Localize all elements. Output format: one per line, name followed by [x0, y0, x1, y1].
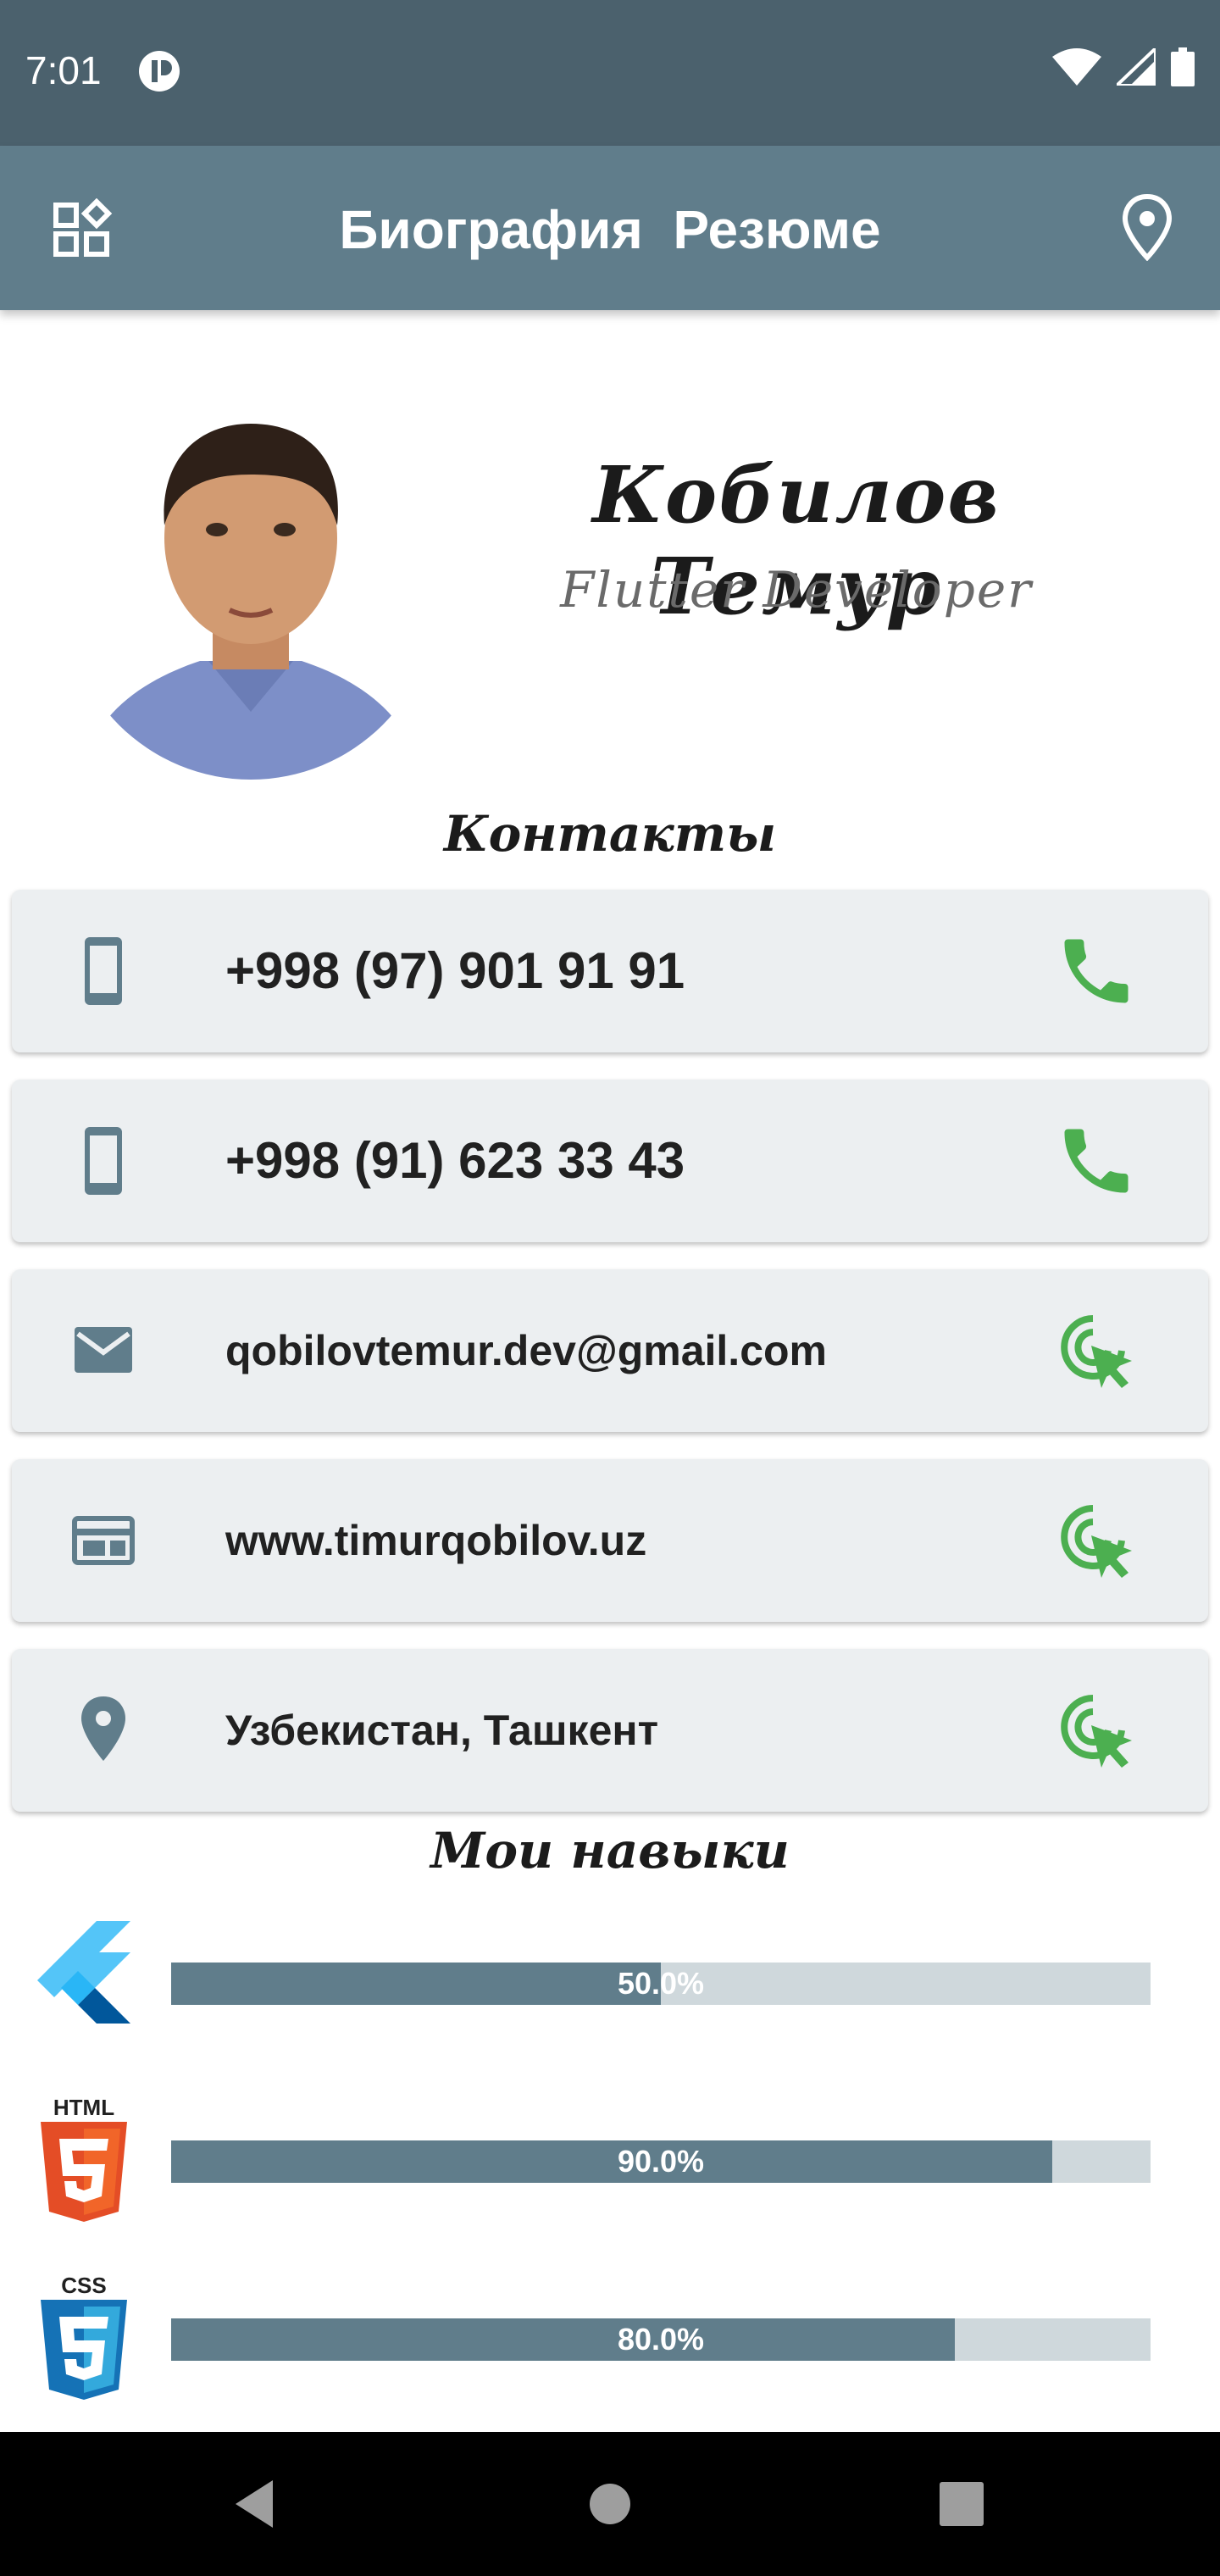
skills-title: Мои навыки — [430, 1822, 790, 1879]
skill-progress-bar: 80.0% — [171, 2318, 1151, 2361]
contact-text: qobilovtemur.dev@gmail.com — [225, 1327, 828, 1374]
contact-text: Узбекистан, Ташкент — [225, 1707, 659, 1754]
css3-logo: CSS — [41, 2273, 127, 2400]
status-time: 7:01 — [25, 48, 102, 92]
app-bar: Биография Резюме — [0, 146, 1220, 310]
home-icon[interactable] — [576, 2470, 644, 2538]
system-nav-bar — [0, 2432, 1220, 2576]
ads-click-icon[interactable] — [1054, 1308, 1139, 1393]
skill-percent: 80.0% — [617, 2322, 705, 2357]
back-icon[interactable] — [220, 2470, 288, 2538]
skill-progress-bar: 50.0% — [171, 1963, 1151, 2005]
skill-progress-bar: 90.0% — [171, 2140, 1151, 2183]
flutter-logo — [37, 1921, 130, 2024]
html5-logo-text: HTML — [53, 2095, 114, 2120]
signal-icon — [1117, 48, 1156, 86]
contact-card-location[interactable]: Узбекистан, Ташкент — [12, 1649, 1208, 1812]
wifi-icon — [1052, 48, 1101, 86]
status-bar: 7:01 — [0, 0, 1220, 146]
contact-card-email[interactable]: qobilovtemur.dev@gmail.com — [12, 1269, 1208, 1432]
recents-icon[interactable] — [928, 2470, 995, 2538]
ads-click-icon[interactable] — [1054, 1498, 1139, 1583]
ads-click-icon[interactable] — [1054, 1688, 1139, 1773]
battery-icon — [1171, 47, 1195, 86]
skill-percent: 90.0% — [617, 2144, 705, 2179]
location-pin-icon[interactable] — [1120, 193, 1174, 261]
email-icon — [75, 1327, 132, 1373]
contact-card-website[interactable]: www.timurqobilov.uz — [12, 1459, 1208, 1622]
phone-call-icon[interactable] — [1054, 929, 1139, 1013]
app-notification-icon — [139, 51, 180, 92]
contacts-title: Контакты — [443, 805, 777, 863]
location-icon — [81, 1696, 125, 1761]
contact-card-phone-1[interactable]: +998 (97) 901 91 91 — [12, 890, 1208, 1052]
avatar — [64, 356, 437, 780]
smartphone-icon — [85, 937, 122, 1005]
contact-text: +998 (97) 901 91 91 — [225, 942, 685, 999]
phone-call-icon[interactable] — [1054, 1119, 1139, 1203]
contact-card-phone-2[interactable]: +998 (91) 623 33 43 — [12, 1080, 1208, 1242]
html5-logo: HTML — [41, 2095, 127, 2222]
profile-photo — [64, 356, 437, 780]
page-title: Биография Резюме — [339, 199, 881, 260]
smartphone-icon — [85, 1127, 122, 1195]
contact-text: +998 (91) 623 33 43 — [225, 1132, 685, 1189]
css3-logo-text: CSS — [61, 2273, 106, 2298]
profile-role: Flutter Developer — [560, 561, 1033, 619]
contact-text: www.timurqobilov.uz — [225, 1517, 647, 1564]
web-icon — [72, 1516, 135, 1565]
skill-percent: 50.0% — [617, 1966, 705, 2001]
